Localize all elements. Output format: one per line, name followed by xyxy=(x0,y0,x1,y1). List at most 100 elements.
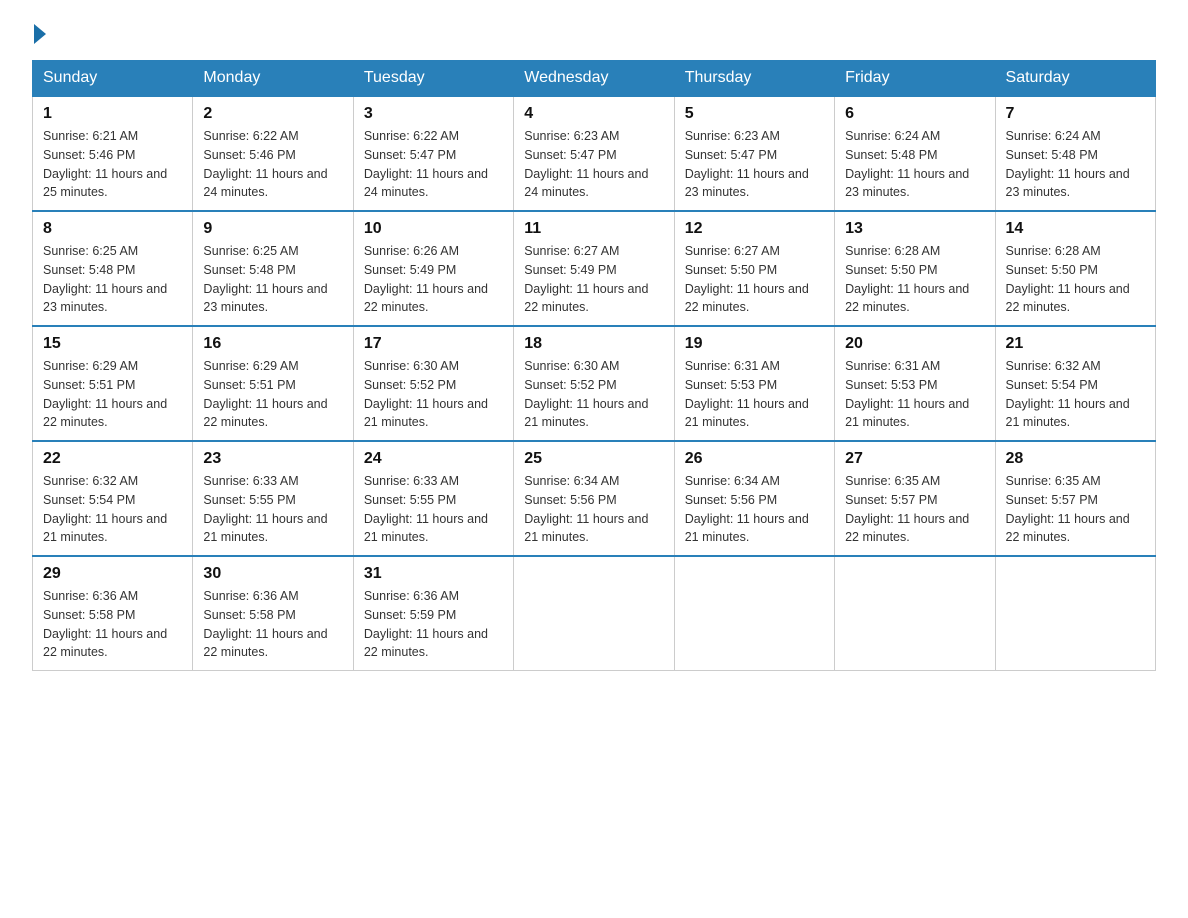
day-info: Sunrise: 6:32 AMSunset: 5:54 PMDaylight:… xyxy=(43,472,182,547)
day-cell-28: 28 Sunrise: 6:35 AMSunset: 5:57 PMDayligh… xyxy=(995,441,1155,556)
day-info: Sunrise: 6:27 AMSunset: 5:49 PMDaylight:… xyxy=(524,242,663,317)
weekday-header-monday: Monday xyxy=(193,61,353,97)
day-cell-19: 19 Sunrise: 6:31 AMSunset: 5:53 PMDayligh… xyxy=(674,326,834,441)
day-info: Sunrise: 6:35 AMSunset: 5:57 PMDaylight:… xyxy=(1006,472,1145,547)
day-cell-16: 16Sunrise: 6:29 AMSunset: 5:51 PMDayligh… xyxy=(193,326,353,441)
day-cell-30: 30 Sunrise: 6:36 AMSunset: 5:58 PMDayligh… xyxy=(193,556,353,671)
empty-cell xyxy=(674,556,834,671)
day-cell-4: 4Sunrise: 6:23 AMSunset: 5:47 PMDaylight… xyxy=(514,96,674,211)
day-info: Sunrise: 6:22 AMSunset: 5:46 PMDaylight:… xyxy=(203,127,342,202)
day-cell-7: 7Sunrise: 6:24 AMSunset: 5:48 PMDaylight… xyxy=(995,96,1155,211)
weekday-header-row: SundayMondayTuesdayWednesdayThursdayFrid… xyxy=(33,61,1156,97)
week-row-3: 15 Sunrise: 6:29 AMSunset: 5:51 PMDayligh… xyxy=(33,326,1156,441)
day-info: Sunrise: 6:24 AMSunset: 5:48 PMDaylight:… xyxy=(845,127,984,202)
day-info: Sunrise: 6:32 AMSunset: 5:54 PMDaylight:… xyxy=(1006,357,1145,432)
day-cell-2: 2 Sunrise: 6:22 AMSunset: 5:46 PMDaylight… xyxy=(193,96,353,211)
day-info: Sunrise: 6:30 AMSunset: 5:52 PMDaylight:… xyxy=(364,357,503,432)
day-cell-26: 26 Sunrise: 6:34 AMSunset: 5:56 PMDayligh… xyxy=(674,441,834,556)
day-cell-17: 17 Sunrise: 6:30 AMSunset: 5:52 PMDayligh… xyxy=(353,326,513,441)
day-cell-23: 23 Sunrise: 6:33 AMSunset: 5:55 PMDayligh… xyxy=(193,441,353,556)
day-info: Sunrise: 6:25 AMSunset: 5:48 PMDaylight:… xyxy=(43,242,182,317)
day-number: 19 xyxy=(685,335,824,353)
logo xyxy=(32,24,48,42)
day-number: 23 xyxy=(203,450,342,468)
empty-cell xyxy=(835,556,995,671)
day-number: 9 xyxy=(203,220,342,238)
day-info: Sunrise: 6:30 AMSunset: 5:52 PMDaylight:… xyxy=(524,357,663,432)
day-info: Sunrise: 6:21 AMSunset: 5:46 PMDaylight:… xyxy=(43,127,182,202)
day-number: 29 xyxy=(43,565,182,583)
weekday-header-friday: Friday xyxy=(835,61,995,97)
day-cell-12: 12 Sunrise: 6:27 AMSunset: 5:50 PMDayligh… xyxy=(674,211,834,326)
day-number: 14 xyxy=(1006,220,1145,238)
week-row-4: 22 Sunrise: 6:32 AMSunset: 5:54 PMDayligh… xyxy=(33,441,1156,556)
day-number: 3 xyxy=(364,105,503,123)
day-number: 17 xyxy=(364,335,503,353)
day-cell-24: 24 Sunrise: 6:33 AMSunset: 5:55 PMDayligh… xyxy=(353,441,513,556)
day-cell-1: 1 Sunrise: 6:21 AMSunset: 5:46 PMDaylight… xyxy=(33,96,193,211)
day-number: 5 xyxy=(685,105,824,123)
day-cell-25: 25Sunrise: 6:34 AMSunset: 5:56 PMDayligh… xyxy=(514,441,674,556)
day-info: Sunrise: 6:28 AMSunset: 5:50 PMDaylight:… xyxy=(845,242,984,317)
day-number: 15 xyxy=(43,335,182,353)
day-info: Sunrise: 6:31 AMSunset: 5:53 PMDaylight:… xyxy=(845,357,984,432)
day-cell-31: 31 Sunrise: 6:36 AMSunset: 5:59 PMDayligh… xyxy=(353,556,513,671)
day-number: 21 xyxy=(1006,335,1145,353)
week-row-1: 1 Sunrise: 6:21 AMSunset: 5:46 PMDaylight… xyxy=(33,96,1156,211)
day-number: 28 xyxy=(1006,450,1145,468)
day-number: 24 xyxy=(364,450,503,468)
day-number: 22 xyxy=(43,450,182,468)
day-cell-14: 14 Sunrise: 6:28 AMSunset: 5:50 PMDayligh… xyxy=(995,211,1155,326)
day-number: 11 xyxy=(524,220,663,238)
day-cell-20: 20 Sunrise: 6:31 AMSunset: 5:53 PMDayligh… xyxy=(835,326,995,441)
week-row-5: 29 Sunrise: 6:36 AMSunset: 5:58 PMDayligh… xyxy=(33,556,1156,671)
weekday-header-thursday: Thursday xyxy=(674,61,834,97)
day-cell-18: 18 Sunrise: 6:30 AMSunset: 5:52 PMDayligh… xyxy=(514,326,674,441)
day-info: Sunrise: 6:26 AMSunset: 5:49 PMDaylight:… xyxy=(364,242,503,317)
day-number: 30 xyxy=(203,565,342,583)
day-info: Sunrise: 6:34 AMSunset: 5:56 PMDaylight:… xyxy=(685,472,824,547)
day-number: 20 xyxy=(845,335,984,353)
day-number: 12 xyxy=(685,220,824,238)
day-info: Sunrise: 6:36 AMSunset: 5:58 PMDaylight:… xyxy=(203,587,342,662)
day-cell-5: 5 Sunrise: 6:23 AMSunset: 5:47 PMDaylight… xyxy=(674,96,834,211)
weekday-header-sunday: Sunday xyxy=(33,61,193,97)
day-info: Sunrise: 6:36 AMSunset: 5:59 PMDaylight:… xyxy=(364,587,503,662)
calendar-table: SundayMondayTuesdayWednesdayThursdayFrid… xyxy=(32,60,1156,671)
page-header xyxy=(32,24,1156,42)
day-cell-15: 15 Sunrise: 6:29 AMSunset: 5:51 PMDayligh… xyxy=(33,326,193,441)
day-info: Sunrise: 6:25 AMSunset: 5:48 PMDaylight:… xyxy=(203,242,342,317)
day-number: 27 xyxy=(845,450,984,468)
logo-arrow-icon xyxy=(34,24,46,44)
day-info: Sunrise: 6:28 AMSunset: 5:50 PMDaylight:… xyxy=(1006,242,1145,317)
day-number: 1 xyxy=(43,105,182,123)
day-info: Sunrise: 6:27 AMSunset: 5:50 PMDaylight:… xyxy=(685,242,824,317)
day-number: 26 xyxy=(685,450,824,468)
weekday-header-wednesday: Wednesday xyxy=(514,61,674,97)
day-info: Sunrise: 6:33 AMSunset: 5:55 PMDaylight:… xyxy=(364,472,503,547)
weekday-header-tuesday: Tuesday xyxy=(353,61,513,97)
day-number: 7 xyxy=(1006,105,1145,123)
day-cell-8: 8 Sunrise: 6:25 AMSunset: 5:48 PMDaylight… xyxy=(33,211,193,326)
day-cell-9: 9 Sunrise: 6:25 AMSunset: 5:48 PMDaylight… xyxy=(193,211,353,326)
day-number: 4 xyxy=(524,105,663,123)
day-info: Sunrise: 6:31 AMSunset: 5:53 PMDaylight:… xyxy=(685,357,824,432)
day-number: 2 xyxy=(203,105,342,123)
day-cell-21: 21 Sunrise: 6:32 AMSunset: 5:54 PMDayligh… xyxy=(995,326,1155,441)
day-cell-3: 3 Sunrise: 6:22 AMSunset: 5:47 PMDaylight… xyxy=(353,96,513,211)
day-number: 13 xyxy=(845,220,984,238)
day-number: 31 xyxy=(364,565,503,583)
day-number: 18 xyxy=(524,335,663,353)
day-info: Sunrise: 6:23 AMSunset: 5:47 PMDaylight:… xyxy=(685,127,824,202)
day-info: Sunrise: 6:22 AMSunset: 5:47 PMDaylight:… xyxy=(364,127,503,202)
day-cell-6: 6Sunrise: 6:24 AMSunset: 5:48 PMDaylight… xyxy=(835,96,995,211)
day-info: Sunrise: 6:29 AMSunset: 5:51 PMDaylight:… xyxy=(43,357,182,432)
day-cell-29: 29 Sunrise: 6:36 AMSunset: 5:58 PMDayligh… xyxy=(33,556,193,671)
day-number: 10 xyxy=(364,220,503,238)
day-info: Sunrise: 6:36 AMSunset: 5:58 PMDaylight:… xyxy=(43,587,182,662)
day-info: Sunrise: 6:33 AMSunset: 5:55 PMDaylight:… xyxy=(203,472,342,547)
day-info: Sunrise: 6:35 AMSunset: 5:57 PMDaylight:… xyxy=(845,472,984,547)
day-number: 8 xyxy=(43,220,182,238)
day-cell-13: 13 Sunrise: 6:28 AMSunset: 5:50 PMDayligh… xyxy=(835,211,995,326)
day-info: Sunrise: 6:34 AMSunset: 5:56 PMDaylight:… xyxy=(524,472,663,547)
